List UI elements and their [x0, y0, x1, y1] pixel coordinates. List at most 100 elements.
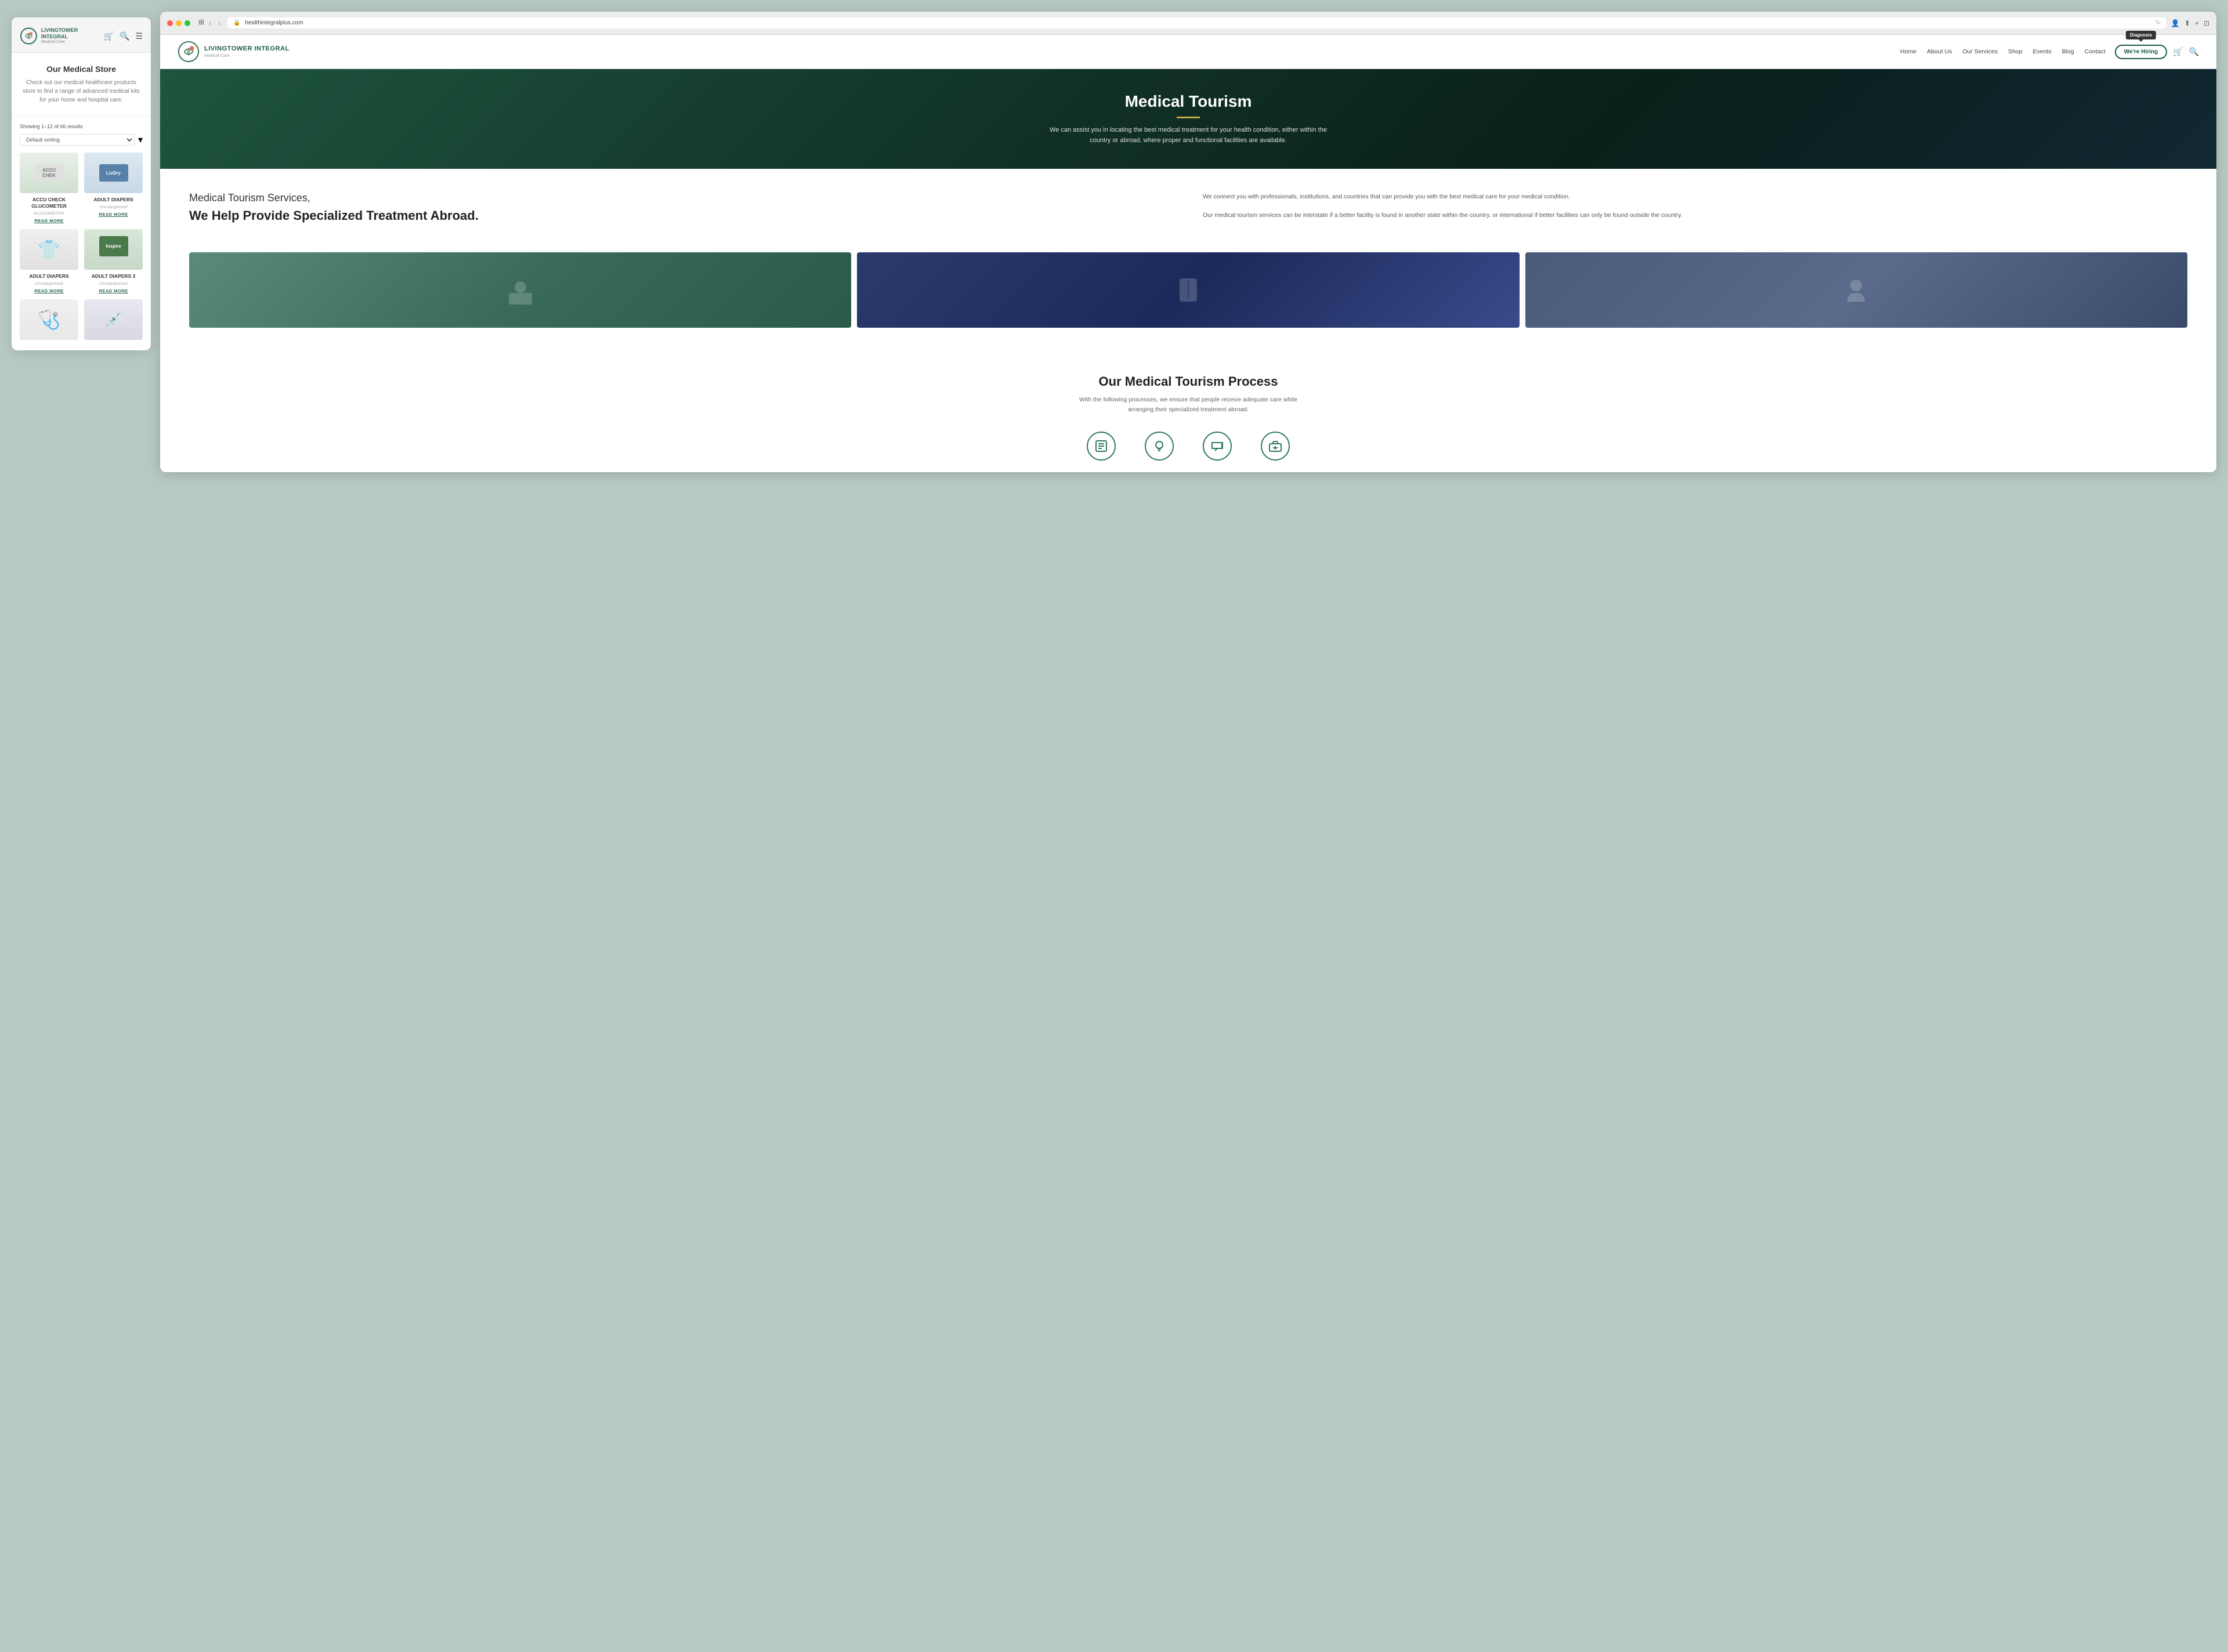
product-card: ACCUCHEK ACCU CHECK GLUCOMETER GLUCOMETE… [20, 153, 78, 223]
left-header-icons: 🛒 🔍 ☰ [104, 31, 143, 41]
site-logo-text: LIVINGTOWER INTEGRAL Medical Care [204, 45, 290, 58]
product-image-inspire: Inspire [84, 229, 143, 270]
close-button[interactable] [167, 20, 173, 26]
services-section: Medical Tourism Services, We Help Provid… [189, 192, 2187, 229]
nav-shop[interactable]: Shop [2008, 48, 2023, 55]
products-area: Showing 1–12 of 66 results Default sorti… [12, 117, 151, 350]
tab-grid-icon[interactable]: ⊞ [198, 18, 204, 28]
product-category-accu: GLUCOMETER [20, 211, 78, 216]
medical-image-2 [857, 252, 1519, 328]
product-image-steth: 🩺 [20, 299, 78, 340]
product-category-adult3: Uncategorized [84, 281, 143, 286]
nav-events[interactable]: Events [2032, 48, 2051, 55]
address-bar[interactable]: 🔒 healthintegralplus.com ↻ [227, 17, 2166, 28]
product-card-stethoscope: 🩺 [20, 299, 78, 343]
product-image-accu-check: ACCUCHEK [20, 153, 78, 193]
product-read-more-adult1[interactable]: READ MORE [20, 288, 78, 294]
browser-window: ⊞ ‹ › 🔒 healthintegralplus.com ↻ 👤 ⬆ + ⊡ [160, 12, 2216, 472]
process-title: Our Medical Tourism Process [189, 374, 2187, 389]
product-card: Inspire ADULT DIAPERS 3 Uncategorized RE… [84, 229, 143, 294]
process-icon-chat [1203, 432, 1232, 461]
maximize-button[interactable] [185, 20, 190, 26]
product-category-livdry: Uncategorized [84, 204, 143, 209]
services-tagline: Medical Tourism Services, [189, 192, 1174, 204]
back-button[interactable]: ‹ [207, 18, 214, 28]
product-name-accu: ACCU CHECK GLUCOMETER [20, 197, 78, 209]
hero-divider [1177, 117, 1200, 118]
reload-icon[interactable]: ↻ [2156, 20, 2161, 26]
hire-label: We're Hiring [2124, 49, 2158, 55]
left-panel-header: LIVINGTOWER INTEGRAL Medical Care 🛒 🔍 ☰ [12, 17, 151, 53]
product-card: LivDry Adult diapers Uncategorized READ … [84, 153, 143, 223]
website-nav: LIVINGTOWER INTEGRAL Medical Care Home A… [160, 35, 2216, 69]
main-content: Medical Tourism Services, We Help Provid… [160, 169, 2216, 351]
process-icon-briefcase [1261, 432, 1290, 461]
traffic-lights [167, 20, 190, 26]
nav-about[interactable]: About Us [1927, 48, 1952, 55]
lock-icon: 🔒 [233, 20, 240, 26]
nav-search-icon[interactable]: 🔍 [2189, 47, 2199, 57]
nav-contact[interactable]: Contact [2085, 48, 2106, 55]
product-name-adult3: ADULT DIAPERS 3 [84, 273, 143, 280]
hero-title: Medical Tourism [1043, 92, 1333, 111]
left-logo-name: LIVINGTOWER INTEGRAL [41, 27, 104, 40]
share-icon[interactable]: ⬆ [2184, 19, 2190, 27]
product-read-more-adult3[interactable]: READ MORE [84, 288, 143, 294]
process-icon-lightbulb [1145, 432, 1174, 461]
process-icon-checklist [1087, 432, 1116, 461]
site-logo-icon [178, 41, 200, 63]
search-icon[interactable]: 🔍 [120, 31, 129, 41]
services-desc-1: We connect you with professionals, insti… [1203, 192, 2187, 202]
nav-home[interactable]: Home [1900, 48, 1916, 55]
cart-icon[interactable]: 🛒 [104, 31, 114, 41]
services-right: We connect you with professionals, insti… [1203, 192, 2187, 229]
site-name: LIVINGTOWER INTEGRAL [204, 45, 290, 53]
website-content: LIVINGTOWER INTEGRAL Medical Care Home A… [160, 35, 2216, 472]
product-image-bp: 💉 [84, 299, 143, 340]
services-left: Medical Tourism Services, We Help Provid… [189, 192, 1174, 229]
left-logo-icon [20, 27, 38, 45]
new-tab-icon[interactable]: + [2195, 19, 2199, 27]
menu-icon[interactable]: ☰ [135, 31, 143, 41]
process-step-1 [1087, 432, 1116, 461]
product-read-more-livdry[interactable]: READ MORE [84, 212, 143, 217]
sort-row: Default sorting Sort by popularity Sort … [20, 134, 143, 146]
store-info: Our Medical Store Check out our medical … [12, 53, 151, 117]
image-overlay-2 [857, 252, 1519, 328]
medical-image-3 [1525, 252, 2187, 328]
minimize-button[interactable] [176, 20, 182, 26]
hire-button[interactable]: Diagnosis We're Hiring [2115, 45, 2167, 59]
account-icon[interactable]: 👤 [2171, 19, 2180, 27]
extensions-icon[interactable]: ⊡ [2204, 19, 2209, 27]
product-read-more-accu[interactable]: READ MORE [20, 218, 78, 223]
process-steps [189, 432, 2187, 461]
nav-right-icons: 🛒 🔍 [2173, 47, 2199, 57]
nav-cart-icon[interactable]: 🛒 [2173, 47, 2183, 57]
site-logo: LIVINGTOWER INTEGRAL Medical Care [178, 41, 290, 63]
process-step-2 [1145, 432, 1174, 461]
process-section: Our Medical Tourism Process With the fol… [160, 351, 2216, 473]
url-text: healthintegralplus.com [245, 20, 303, 26]
forward-button[interactable]: › [216, 18, 223, 28]
nav-services[interactable]: Our Services [1962, 48, 1998, 55]
sort-select[interactable]: Default sorting Sort by popularity Sort … [20, 134, 135, 146]
nav-blog[interactable]: Blog [2062, 48, 2074, 55]
site-subname: Medical Care [204, 53, 290, 58]
services-desc-2: Our medical tourism services can be inte… [1203, 211, 2187, 221]
image-overlay-1 [189, 252, 851, 328]
hero-content: Medical Tourism We can assist you in loc… [1043, 92, 1333, 146]
products-grid-2: 🩺 💉 [20, 299, 143, 343]
process-step-3 [1203, 432, 1232, 461]
medical-image-1 [189, 252, 851, 328]
diagnosis-tooltip: Diagnosis [2126, 31, 2156, 39]
product-name-adult1: ADULT DIAPERS [20, 273, 78, 280]
services-images [189, 252, 2187, 328]
products-grid: ACCUCHEK ACCU CHECK GLUCOMETER GLUCOMETE… [20, 153, 143, 294]
browser-toolbar: 👤 ⬆ + ⊡ [2171, 19, 2209, 27]
product-card: 👕 ADULT DIAPERS Uncategorized READ MORE [20, 229, 78, 294]
left-logo-subtext: Medical Care [41, 40, 104, 45]
product-image-adult1: 👕 [20, 229, 78, 270]
results-count: Showing 1–12 of 66 results [20, 124, 143, 129]
hero-subtitle: We can assist you in locating the best m… [1043, 125, 1333, 146]
left-logo: LIVINGTOWER INTEGRAL Medical Care [20, 27, 104, 45]
